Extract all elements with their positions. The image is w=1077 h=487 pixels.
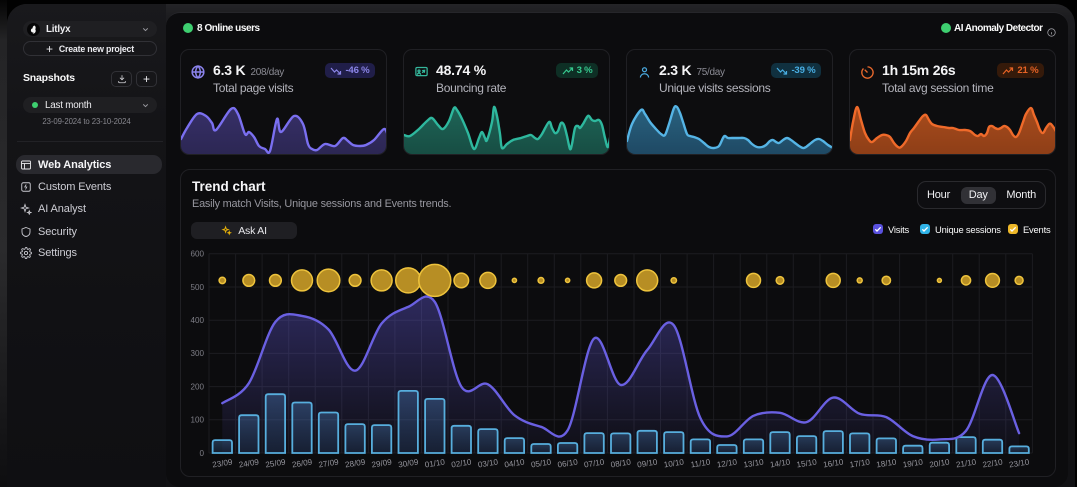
svg-text:17/10: 17/10 xyxy=(849,457,871,469)
svg-text:26/09: 26/09 xyxy=(291,457,313,469)
svg-text:22/10: 22/10 xyxy=(982,457,1004,469)
svg-text:15/10: 15/10 xyxy=(796,457,818,469)
svg-text:27/09: 27/09 xyxy=(318,457,340,469)
svg-text:04/10: 04/10 xyxy=(504,457,526,469)
svg-text:18/10: 18/10 xyxy=(876,457,898,469)
svg-text:25/09: 25/09 xyxy=(265,457,287,469)
svg-text:10/10: 10/10 xyxy=(663,457,685,469)
svg-text:0: 0 xyxy=(199,449,204,458)
svg-text:11/10: 11/10 xyxy=(690,457,711,469)
svg-text:12/10: 12/10 xyxy=(716,457,738,469)
svg-text:200: 200 xyxy=(190,382,204,391)
svg-text:13/10: 13/10 xyxy=(743,457,765,469)
svg-text:30/09: 30/09 xyxy=(398,457,420,469)
svg-text:21/10: 21/10 xyxy=(955,457,977,469)
svg-text:300: 300 xyxy=(190,349,204,358)
svg-text:03/10: 03/10 xyxy=(477,457,499,469)
svg-text:28/09: 28/09 xyxy=(344,457,366,469)
svg-text:05/10: 05/10 xyxy=(530,457,552,469)
svg-text:02/10: 02/10 xyxy=(451,457,473,469)
svg-text:500: 500 xyxy=(190,283,204,292)
svg-text:19/10: 19/10 xyxy=(902,457,924,469)
svg-text:23/10: 23/10 xyxy=(1008,457,1030,469)
svg-text:14/10: 14/10 xyxy=(769,457,791,469)
svg-text:29/09: 29/09 xyxy=(371,457,393,469)
svg-text:09/10: 09/10 xyxy=(637,457,659,469)
svg-text:100: 100 xyxy=(190,416,204,425)
svg-text:06/10: 06/10 xyxy=(557,457,579,469)
svg-text:08/10: 08/10 xyxy=(610,457,632,469)
svg-text:01/10: 01/10 xyxy=(424,457,446,469)
svg-text:07/10: 07/10 xyxy=(583,457,605,469)
svg-text:20/10: 20/10 xyxy=(929,457,951,469)
svg-text:23/09: 23/09 xyxy=(212,457,234,469)
svg-text:400: 400 xyxy=(190,316,204,325)
svg-text:600: 600 xyxy=(190,250,204,259)
svg-text:24/09: 24/09 xyxy=(238,457,260,469)
svg-text:16/10: 16/10 xyxy=(823,457,845,469)
